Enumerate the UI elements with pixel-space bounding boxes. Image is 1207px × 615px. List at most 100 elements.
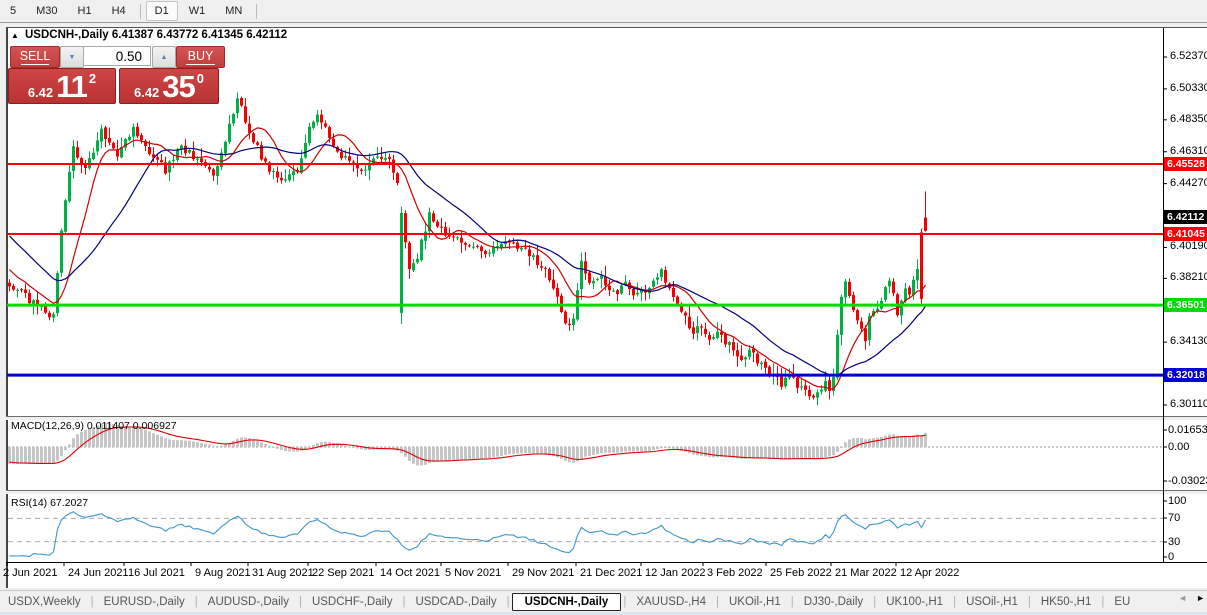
- price-level-badge: 6.32018: [1164, 368, 1207, 382]
- date-tick-label: 12 Apr 2022: [900, 567, 959, 580]
- symbol-tab-bar: USDX,Weekly|EURUSD-,Daily|AUDUSD-,Daily|…: [0, 590, 1207, 613]
- collapse-panel-icon[interactable]: ▲: [11, 31, 19, 40]
- price-level-badge: 6.45528: [1164, 157, 1207, 171]
- rsi-tick-label: 0: [1168, 551, 1174, 564]
- tab-separator: |: [716, 596, 719, 608]
- chevron-up-icon: ▲: [161, 54, 168, 61]
- tab-usdchf-daily[interactable]: USDCHF-,Daily: [304, 593, 401, 611]
- tab-separator: |: [953, 596, 956, 608]
- tab-separator: |: [873, 596, 876, 608]
- macd-tick-label: 0.00: [1168, 441, 1189, 454]
- tab-separator: |: [1028, 596, 1031, 608]
- rsi-tick-label: 100: [1168, 495, 1186, 508]
- price-tick-label: 6.48350: [1170, 113, 1207, 127]
- current-price-badge: 6.42112: [1164, 210, 1207, 224]
- volume-increase-button[interactable]: ▲: [152, 46, 176, 68]
- trading-platform-window: { "toolbar": { "timeframes": [ {"label":…: [0, 0, 1207, 615]
- sell-button[interactable]: SELL: [10, 46, 60, 68]
- pane-divider-gap: [6, 491, 1207, 494]
- date-tick-label: 25 Feb 2022: [770, 567, 832, 580]
- volume-input[interactable]: [83, 46, 151, 66]
- tab-separator: |: [1101, 596, 1104, 608]
- buy-underline: [186, 64, 214, 65]
- tab-usoil-h1[interactable]: USOil-,H1: [958, 593, 1026, 611]
- date-tick-label: 2 Jun 2021: [3, 567, 57, 580]
- date-tick-label: 5 Nov 2021: [445, 567, 501, 580]
- tab-separator: |: [623, 596, 626, 608]
- price-tick-label: 6.34130: [1170, 335, 1207, 349]
- macd-tick-label: 0.01653: [1168, 424, 1207, 437]
- price-level-badge: 6.41045: [1164, 227, 1207, 241]
- sell-underline: [21, 64, 50, 65]
- price-tick-label: 6.44270: [1170, 177, 1207, 191]
- date-tick-label: 31 Aug 2021: [252, 567, 314, 580]
- price-level-badge: 6.36501: [1164, 298, 1207, 312]
- tab-uk100-h1[interactable]: UK100-,H1: [878, 593, 951, 611]
- tab-separator: |: [91, 596, 94, 608]
- price-tick-label: 6.50330: [1170, 82, 1207, 96]
- tab-usdcnh-daily[interactable]: USDCNH-,Daily: [512, 593, 622, 611]
- price-tick-label: 6.52370: [1170, 50, 1207, 64]
- rsi-tick-label: 30: [1168, 536, 1180, 549]
- chart-ohlc-header: USDCNH-,Daily 6.41387 6.43772 6.41345 6.…: [25, 29, 287, 41]
- tab-usdx-weekly[interactable]: USDX,Weekly: [0, 593, 89, 611]
- rsi-indicator-label: RSI(14) 67.2027: [11, 497, 88, 509]
- sell-price-small: 6.42: [28, 86, 53, 100]
- tab-scroll-right-icon[interactable]: ►: [1196, 593, 1205, 603]
- tab-xauusd-h4[interactable]: XAUUSD-,H4: [628, 593, 714, 611]
- buy-price-sup: 0: [197, 71, 204, 86]
- tab-hk50-h1[interactable]: HK50-,H1: [1033, 593, 1100, 611]
- tab-dj30-daily[interactable]: DJ30-,Daily: [796, 593, 871, 611]
- timeframe-button-d1[interactable]: D1: [146, 1, 178, 21]
- tab-eu[interactable]: EU: [1106, 593, 1138, 611]
- timeframe-toolbar: 5M30H1H4 D1W1MN: [0, 0, 1207, 23]
- sell-price-big: 11: [56, 74, 87, 100]
- tab-separator: |: [507, 596, 510, 608]
- rsi-tick-label: 70: [1168, 512, 1180, 525]
- volume-decrease-button[interactable]: ▼: [60, 46, 84, 68]
- tab-separator: |: [299, 596, 302, 608]
- date-tick-label: 21 Dec 2021: [580, 567, 642, 580]
- timeframe-button-mn[interactable]: MN: [216, 1, 251, 21]
- date-tick-label: 3 Feb 2022: [707, 567, 763, 580]
- date-tick-label: 29 Nov 2021: [512, 567, 574, 580]
- toolbar-separator: [256, 4, 257, 19]
- tab-eurusd-daily[interactable]: EURUSD-,Daily: [96, 593, 193, 611]
- buy-price-big: 35: [162, 74, 194, 100]
- chart-window: [6, 27, 1207, 588]
- timeframe-button-h1[interactable]: H1: [69, 1, 101, 21]
- timeframe-button-5[interactable]: 5: [1, 1, 25, 21]
- buy-button-label: BUY: [188, 49, 214, 63]
- pane-divider-gap: [6, 417, 1207, 420]
- sell-button-label: SELL: [20, 49, 51, 63]
- tab-separator: |: [195, 596, 198, 608]
- date-tick-label: 9 Aug 2021: [195, 567, 251, 580]
- price-tick-label: 6.38210: [1170, 271, 1207, 285]
- timeframe-button-m30[interactable]: M30: [27, 1, 66, 21]
- date-tick-label: 12 Jan 2022: [645, 567, 706, 580]
- price-tick-label: 6.40190: [1170, 240, 1207, 254]
- timeframe-button-w1[interactable]: W1: [180, 1, 215, 21]
- date-tick-label: 21 Mar 2022: [835, 567, 897, 580]
- macd-tick-label: -0.03023: [1168, 475, 1207, 488]
- date-tick-label: 22 Sep 2021: [312, 567, 374, 580]
- sell-price-sup: 2: [89, 71, 96, 86]
- buy-button[interactable]: BUY: [176, 46, 225, 68]
- timeframe-button-h4[interactable]: H4: [103, 1, 135, 21]
- tab-separator: |: [791, 596, 794, 608]
- tab-scroll-arrows: ◄ ►: [1172, 593, 1205, 603]
- macd-indicator-label: MACD(12,26,9) 0.011407 0.006927: [11, 420, 177, 432]
- date-tick-label: 16 Jul 2021: [128, 567, 185, 580]
- tab-ukoil-h1[interactable]: UKOil-,H1: [721, 593, 789, 611]
- sell-price-box[interactable]: 6.42 11 2: [8, 68, 116, 104]
- price-tick-label: 6.30110: [1170, 398, 1207, 412]
- toolbar-separator: [140, 4, 141, 19]
- buy-price-small: 6.42: [134, 86, 159, 100]
- tab-separator: |: [402, 596, 405, 608]
- tab-usdcad-daily[interactable]: USDCAD-,Daily: [407, 593, 504, 611]
- tab-scroll-left-icon[interactable]: ◄: [1178, 593, 1187, 603]
- chevron-down-icon: ▼: [69, 54, 76, 61]
- tab-audusd-daily[interactable]: AUDUSD-,Daily: [200, 593, 297, 611]
- buy-price-box[interactable]: 6.42 35 0: [119, 68, 219, 104]
- date-tick-label: 14 Oct 2021: [380, 567, 440, 580]
